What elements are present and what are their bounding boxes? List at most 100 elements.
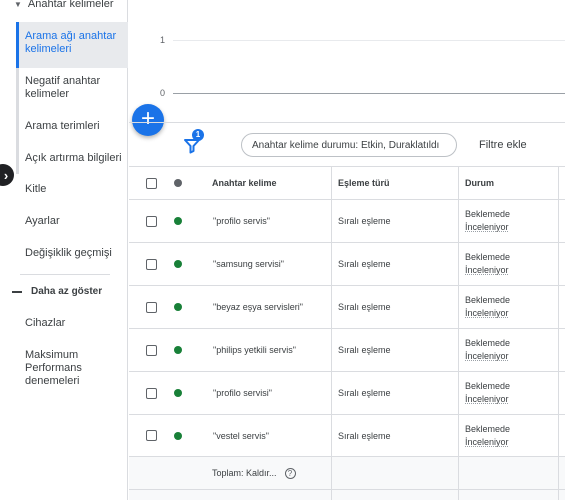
column-divider bbox=[458, 200, 459, 242]
keyword-text[interactable]: "profilo servis" bbox=[213, 200, 270, 242]
row-checkbox[interactable] bbox=[146, 430, 157, 441]
filter-count-badge: 1 bbox=[192, 129, 204, 141]
filter-chip-label: Anahtar kelime durumu: Etkin, Duraklatıl… bbox=[252, 139, 440, 151]
column-divider bbox=[458, 457, 459, 489]
row-checkbox[interactable] bbox=[146, 258, 157, 270]
sidebar-item-settings[interactable]: Ayarlar bbox=[16, 215, 128, 228]
column-divider bbox=[331, 457, 332, 489]
total-label-cell: Toplam: Kaldır... ? bbox=[212, 457, 296, 489]
enabled-status-dot[interactable] bbox=[174, 217, 182, 225]
row-checkbox[interactable] bbox=[146, 215, 157, 227]
sidebar-item-label: Değişiklik geçmişi bbox=[25, 247, 112, 259]
table-header-row: Anahtar kelime Eşleme türü Durum bbox=[129, 166, 565, 199]
column-divider bbox=[558, 415, 559, 456]
status-cell[interactable]: Beklemede İnceleniyor bbox=[465, 286, 510, 328]
sidebar-item-search-keywords[interactable]: Arama ağı anahtar kelimeleri bbox=[16, 22, 128, 68]
column-header-status[interactable]: Durum bbox=[465, 167, 494, 199]
status-cell[interactable]: Beklemede İnceleniyor bbox=[465, 243, 510, 285]
table-row[interactable]: "vestel servis" Sıralı eşleme Beklemede … bbox=[129, 414, 565, 456]
keyword-text[interactable]: "profilo servisi" bbox=[213, 372, 272, 414]
minus-icon bbox=[12, 290, 22, 293]
keyword-text[interactable]: "philips yetkili servis" bbox=[213, 329, 296, 371]
sidebar-item-label: Negatif anahtar kelimeler bbox=[25, 75, 101, 100]
column-divider bbox=[558, 167, 559, 199]
match-type-text: Sıralı eşleme bbox=[338, 430, 391, 441]
column-divider bbox=[331, 200, 332, 242]
help-icon[interactable]: ? bbox=[284, 467, 296, 479]
column-divider bbox=[331, 415, 332, 456]
column-divider bbox=[458, 329, 459, 371]
filter-chip-keyword-status[interactable]: Anahtar kelime durumu: Etkin, Duraklatıl… bbox=[241, 133, 457, 157]
row-status-cell bbox=[174, 286, 182, 328]
enabled-status-dot[interactable] bbox=[174, 431, 182, 440]
sidebar-item-auction-insights[interactable]: Açık artırma bilgileri bbox=[16, 146, 128, 174]
table-row[interactable]: "philips yetkili servis" Sıralı eşleme B… bbox=[129, 328, 565, 371]
status-line: Beklemede bbox=[465, 209, 511, 219]
status-detail: İnceleniyor bbox=[465, 308, 509, 318]
column-divider bbox=[331, 372, 332, 414]
enabled-status-dot[interactable] bbox=[174, 303, 182, 311]
status-cell[interactable]: Beklemede İnceleniyor bbox=[465, 329, 510, 371]
column-divider bbox=[331, 243, 332, 285]
show-less-toggle[interactable]: Daha az göster bbox=[12, 286, 102, 297]
row-checkbox[interactable] bbox=[146, 344, 157, 356]
row-status-cell bbox=[174, 415, 182, 456]
sidebar-item-audience[interactable]: Kitle bbox=[16, 183, 128, 196]
sidebar-item-label: Ayarlar bbox=[25, 215, 60, 227]
add-filter-button[interactable]: Filtre ekle bbox=[479, 139, 527, 151]
keyword-text[interactable]: "samsung servisi" bbox=[213, 243, 284, 285]
enabled-status-dot[interactable] bbox=[174, 346, 182, 354]
gridline bbox=[173, 40, 565, 41]
status-detail: İnceleniyor bbox=[465, 222, 509, 232]
sidebar-item-change-history[interactable]: Değişiklik geçmişi bbox=[16, 247, 128, 260]
row-status-cell bbox=[174, 329, 182, 371]
keyword-text[interactable]: "vestel servis" bbox=[213, 415, 269, 456]
column-divider bbox=[558, 243, 559, 285]
status-line: Beklemede bbox=[465, 381, 511, 391]
column-divider bbox=[331, 329, 332, 371]
status-detail: İnceleniyor bbox=[465, 394, 509, 404]
x-axis-line bbox=[173, 93, 565, 94]
column-header-match-type[interactable]: Eşleme türü bbox=[338, 167, 390, 199]
column-divider bbox=[331, 490, 332, 500]
status-cell[interactable]: Beklemede İnceleniyor bbox=[465, 200, 510, 242]
sidebar-item-label: Kitle bbox=[25, 183, 47, 195]
column-divider bbox=[458, 415, 459, 456]
row-status-cell bbox=[174, 243, 182, 285]
enabled-status-dot[interactable] bbox=[174, 389, 182, 397]
column-divider bbox=[558, 457, 559, 489]
status-detail: İnceleniyor bbox=[465, 265, 509, 275]
sidebar-section-keywords[interactable]: ▼ Anahtar kelimeler bbox=[0, 0, 128, 12]
sidebar-item-label: Açık artırma bilgileri bbox=[25, 152, 122, 164]
row-status-cell bbox=[174, 200, 182, 242]
sidebar-item-negative-keywords[interactable]: Negatif anahtar kelimeler bbox=[16, 68, 128, 104]
column-divider bbox=[331, 167, 332, 199]
match-type-text: Sıralı eşleme bbox=[338, 302, 391, 312]
table-total-row: Toplam: Kaldır... ? bbox=[129, 456, 565, 489]
status-detail: İnceleniyor bbox=[465, 436, 509, 447]
keyword-text[interactable]: "beyaz eşya servisleri" bbox=[213, 286, 303, 328]
column-divider bbox=[458, 286, 459, 328]
status-cell[interactable]: Beklemede İnceleniyor bbox=[465, 415, 510, 456]
row-checkbox[interactable] bbox=[146, 387, 157, 399]
table-row[interactable]: "beyaz eşya servisleri" Sıralı eşleme Be… bbox=[129, 285, 565, 328]
table-row[interactable]: "profilo servis" Sıralı eşleme Beklemede… bbox=[129, 199, 565, 242]
sidebar-item-pmax-experiments[interactable]: Maksimum Performans denemeleri bbox=[16, 349, 116, 388]
enabled-status-dot[interactable] bbox=[174, 260, 182, 268]
column-divider bbox=[458, 372, 459, 414]
status-cell[interactable]: Beklemede İnceleniyor bbox=[465, 372, 510, 414]
column-divider bbox=[331, 286, 332, 328]
table-row[interactable]: "profilo servisi" Sıralı eşleme Beklemed… bbox=[129, 371, 565, 414]
chevron-right-icon: › bbox=[3, 167, 9, 183]
column-divider bbox=[458, 243, 459, 285]
row-checkbox[interactable] bbox=[146, 301, 157, 313]
match-type-text: Sıralı eşleme bbox=[338, 259, 391, 269]
column-header-keyword[interactable]: Anahtar kelime bbox=[212, 167, 277, 199]
sidebar-item-search-terms[interactable]: Arama terimleri bbox=[16, 104, 128, 146]
row-checkbox-cell bbox=[146, 286, 157, 328]
select-all-checkbox[interactable] bbox=[146, 177, 157, 189]
table-row[interactable]: "samsung servisi" Sıralı eşleme Beklemed… bbox=[129, 242, 565, 285]
status-line: Beklemede bbox=[465, 295, 511, 305]
sidebar-item-label: Maksimum Performans denemeleri bbox=[25, 349, 82, 387]
sidebar-item-devices[interactable]: Cihazlar bbox=[16, 317, 128, 330]
